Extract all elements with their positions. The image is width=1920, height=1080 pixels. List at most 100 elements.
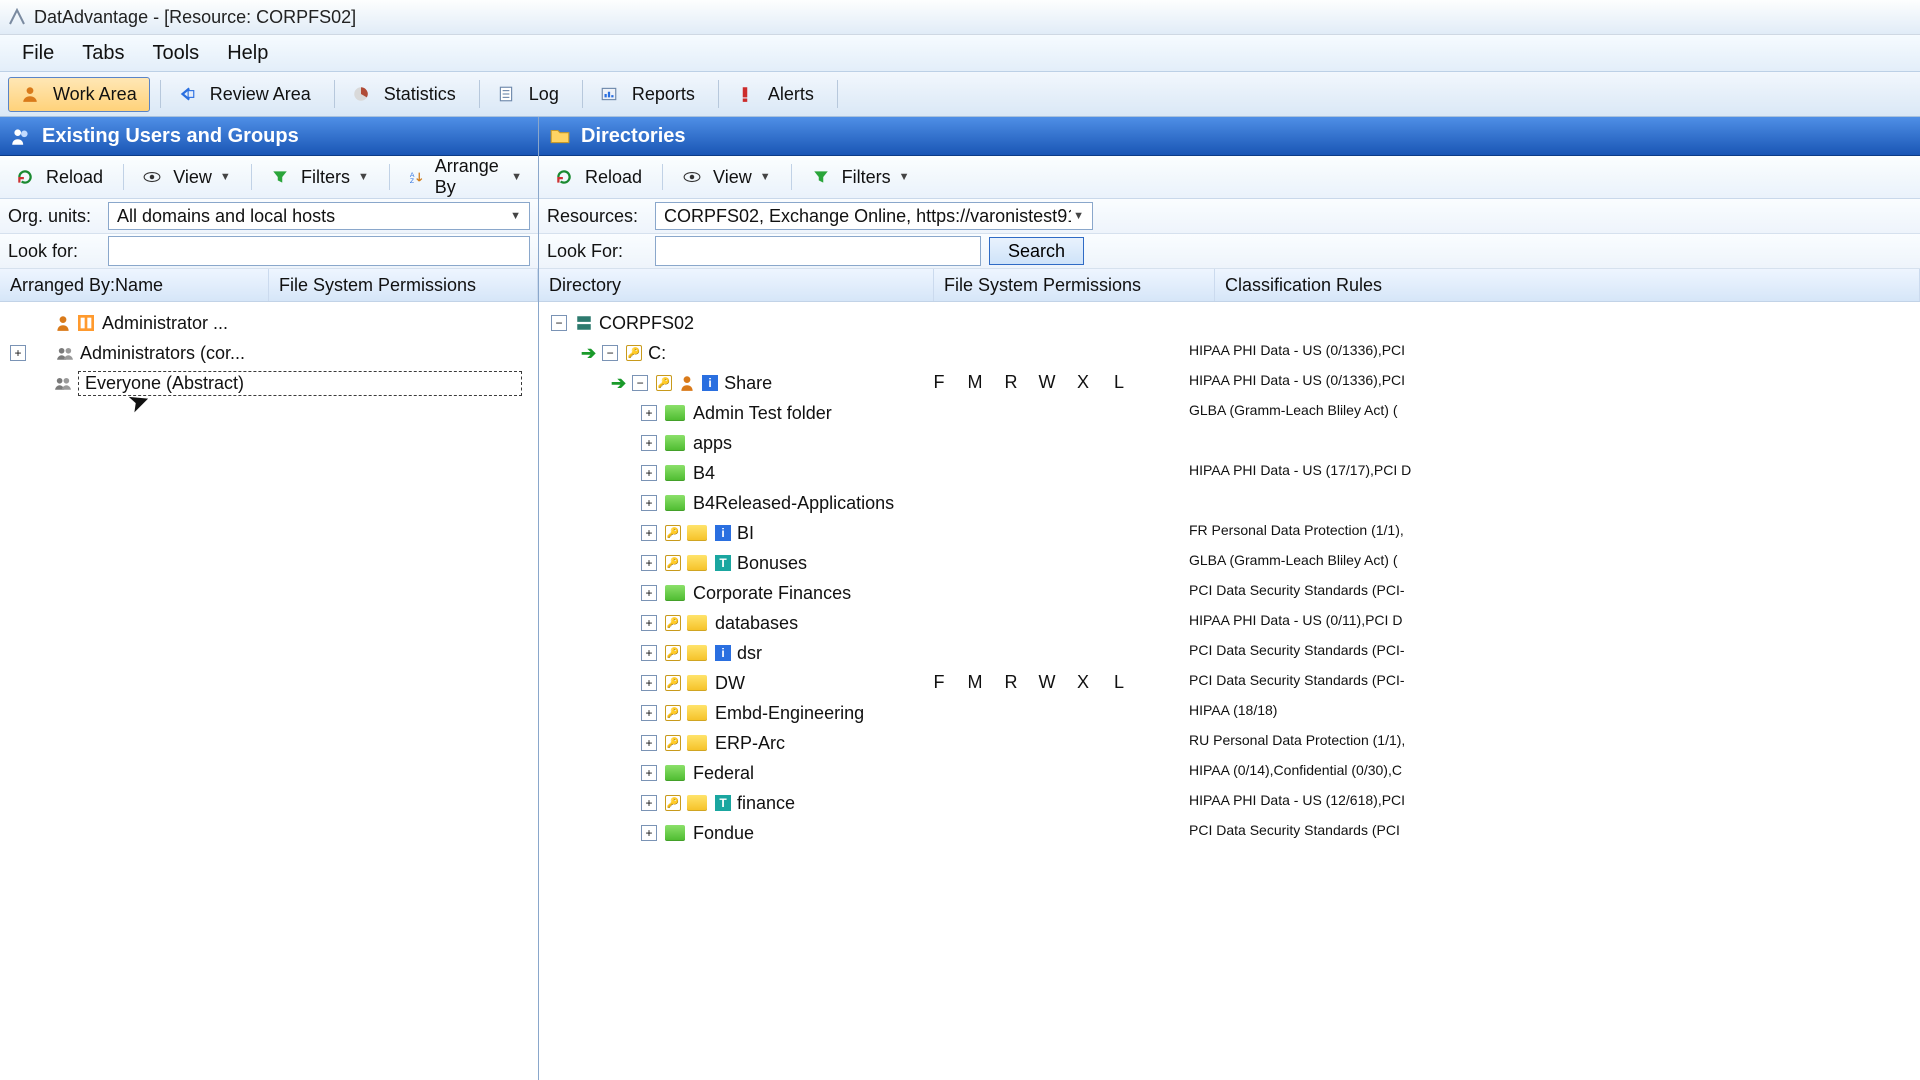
tree-line [34, 338, 56, 368]
key-icon: 🔑 [626, 345, 642, 361]
expander-icon[interactable]: − [551, 315, 567, 331]
tab-alerts[interactable]: Alerts [723, 77, 827, 112]
node-label: C: [648, 343, 666, 364]
eye-icon [683, 168, 701, 186]
user-node[interactable]: Everyone (Abstract) [4, 368, 532, 398]
expander-icon[interactable]: + [641, 675, 657, 691]
filters-dropdown[interactable]: Filters ▼ [804, 163, 918, 192]
expander-icon[interactable]: + [641, 525, 657, 541]
log-icon [497, 85, 515, 103]
node-label: BI [737, 523, 754, 544]
expander-icon[interactable]: − [632, 375, 648, 391]
key-icon: 🔑 [665, 645, 681, 661]
separator [160, 80, 161, 108]
col-file-perm[interactable]: File System Permissions [934, 269, 1215, 301]
tag-icon: T [715, 555, 731, 571]
perm-letter: M [957, 372, 993, 393]
expander-icon[interactable]: + [641, 645, 657, 661]
group-icon [56, 344, 74, 362]
directories-tree[interactable]: −CORPFS02➔−🔑C:HIPAA PHI Data - US (0/133… [539, 302, 1920, 1080]
col-directory[interactable]: Directory [539, 269, 934, 301]
expander-icon[interactable]: − [602, 345, 618, 361]
users-tree[interactable]: ➤ Administrator ...+Administrators (cor.… [0, 302, 538, 1080]
menu-bar: File Tabs Tools Help [0, 35, 1920, 72]
key-icon: 🔑 [665, 705, 681, 721]
chevron-down-icon: ▼ [358, 171, 369, 183]
menu-help[interactable]: Help [227, 42, 268, 65]
expander-icon[interactable]: + [641, 405, 657, 421]
chevron-down-icon: ▼ [220, 171, 231, 183]
tab-label: Alerts [768, 84, 814, 105]
classification-text: HIPAA PHI Data - US (0/1336),PCI [1189, 372, 1920, 388]
user-node[interactable]: +Administrators (cor... [4, 338, 532, 368]
panel-tools-dirs: Reload View▼ Filters ▼ [539, 156, 1920, 199]
perm-letter: W [1029, 372, 1065, 393]
reload-button[interactable]: Reload [547, 163, 650, 192]
dir-node[interactable]: +apps [543, 428, 1914, 458]
filters-dropdown[interactable]: Filters▼ [263, 163, 377, 192]
menu-tabs[interactable]: Tabs [82, 42, 124, 65]
dir-node[interactable]: +B4Released-Applications [543, 488, 1914, 518]
expander-icon[interactable]: + [641, 795, 657, 811]
user-node[interactable]: Administrator ... [4, 308, 532, 338]
tab-reports[interactable]: Reports [587, 77, 708, 112]
menu-tools[interactable]: Tools [152, 42, 199, 65]
expander-icon[interactable]: + [641, 435, 657, 451]
tab-review-area[interactable]: Review Area [165, 77, 324, 112]
expander-icon[interactable]: + [641, 585, 657, 601]
expander-icon[interactable]: + [641, 825, 657, 841]
folder-icon [665, 405, 685, 421]
col-file-perm[interactable]: File System Permissions [269, 269, 538, 301]
view-dropdown[interactable]: View ▼ [135, 163, 239, 192]
look-for-input[interactable] [655, 236, 981, 266]
tab-label: Log [529, 84, 559, 105]
org-units-label: Org. units: [8, 206, 100, 227]
expander-icon[interactable]: + [641, 465, 657, 481]
node-label: dsr [737, 643, 762, 664]
classification-text: PCI Data Security Standards (PCI- [1189, 582, 1920, 598]
resources-select[interactable]: CORPFS02, Exchange Online, https://varon… [655, 202, 1093, 230]
folder-icon [687, 795, 707, 811]
node-label: Embd-Engineering [715, 703, 864, 724]
classification-text: HIPAA (18/18) [1189, 702, 1920, 718]
node-label: databases [715, 613, 798, 634]
button-label: View [173, 167, 212, 188]
expander-icon[interactable]: + [641, 735, 657, 751]
tab-work-area[interactable]: Work Area [8, 77, 150, 112]
chevron-down-icon: ▼ [1073, 210, 1084, 222]
reload-button[interactable]: Reload [8, 163, 111, 192]
chevron-down-icon: ▼ [899, 171, 910, 183]
resources-label: Resources: [547, 206, 647, 227]
node-label: Administrator ... [102, 313, 228, 334]
tab-statistics[interactable]: Statistics [339, 77, 469, 112]
org-units-select[interactable]: All domains and local hosts ▼ [108, 202, 530, 230]
col-arranged-by[interactable]: Arranged By:Name [0, 269, 269, 301]
col-classification[interactable]: Classification Rules [1215, 269, 1920, 301]
key-icon: 🔑 [665, 555, 681, 571]
server-icon [575, 314, 593, 332]
arrange-by-dropdown[interactable]: AZ Arrange By▼ [401, 152, 530, 202]
expander-icon[interactable]: + [641, 495, 657, 511]
folder-icon [665, 825, 685, 841]
expander-icon[interactable]: + [641, 555, 657, 571]
reload-icon [555, 168, 573, 186]
look-for-label: Look for: [8, 241, 100, 262]
button-label: Filters [842, 167, 891, 188]
tab-log[interactable]: Log [484, 77, 572, 112]
menu-file[interactable]: File [22, 42, 54, 65]
col-label: File System Permissions [279, 275, 476, 296]
look-for-input[interactable] [108, 236, 530, 266]
expander-icon[interactable]: + [641, 615, 657, 631]
chevron-down-icon: ▼ [511, 171, 522, 183]
expander-icon[interactable]: + [641, 705, 657, 721]
panel-directories: Directories Reload View▼ Filters▼ Resour… [539, 117, 1920, 1080]
search-button[interactable]: Search [989, 237, 1084, 265]
dir-node[interactable]: −CORPFS02 [543, 308, 1914, 338]
title-bar: DatAdvantage - [Resource: CORPFS02] [0, 0, 1920, 35]
view-dropdown[interactable]: View▼ [675, 163, 779, 192]
reload-icon [16, 168, 34, 186]
expander-icon[interactable]: + [10, 345, 26, 361]
expander-icon[interactable]: + [641, 765, 657, 781]
perm-letter: X [1065, 372, 1101, 393]
col-label: Arranged By:Name [10, 275, 163, 296]
